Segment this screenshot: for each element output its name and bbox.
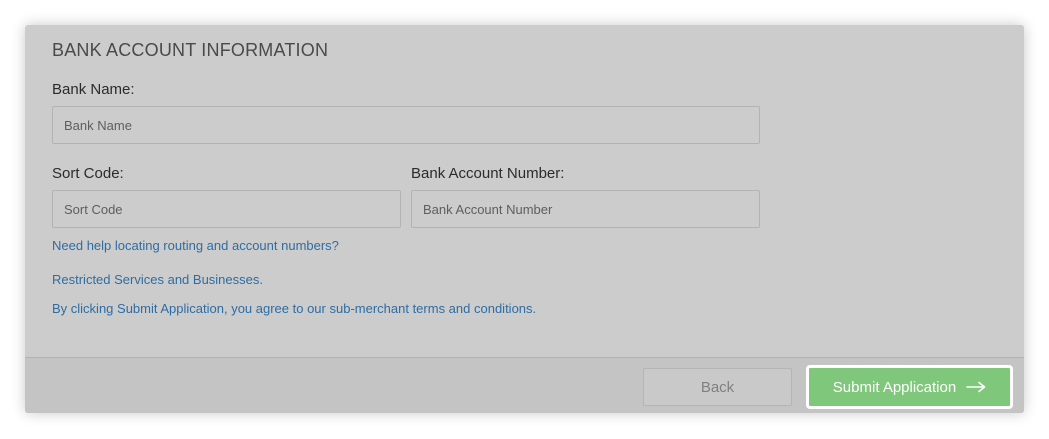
sort-code-label: Sort Code: (52, 165, 124, 182)
terms-link[interactable]: By clicking Submit Application, you agre… (52, 301, 536, 316)
bank-name-input[interactable] (52, 106, 760, 144)
submit-application-button[interactable]: Submit Application (806, 365, 1013, 409)
section-title: BANK ACCOUNT INFORMATION (52, 40, 329, 60)
submit-button-label: Submit Application (832, 378, 957, 396)
sort-code-input[interactable] (52, 190, 401, 228)
form-footer: Back Submit Application (25, 357, 1024, 413)
bank-account-panel: BANK ACCOUNT INFORMATION Bank Name: Sort… (25, 25, 1024, 413)
restricted-services-link[interactable]: Restricted Services and Businesses. (52, 272, 263, 287)
account-number-label: Bank Account Number: (411, 165, 565, 182)
routing-help-link[interactable]: Need help locating routing and account n… (52, 238, 339, 253)
arrow-right-icon (966, 381, 986, 393)
back-button[interactable]: Back (643, 368, 792, 406)
bank-name-label: Bank Name: (52, 81, 135, 98)
back-button-label: Back (700, 378, 735, 396)
account-number-input[interactable] (411, 190, 760, 228)
